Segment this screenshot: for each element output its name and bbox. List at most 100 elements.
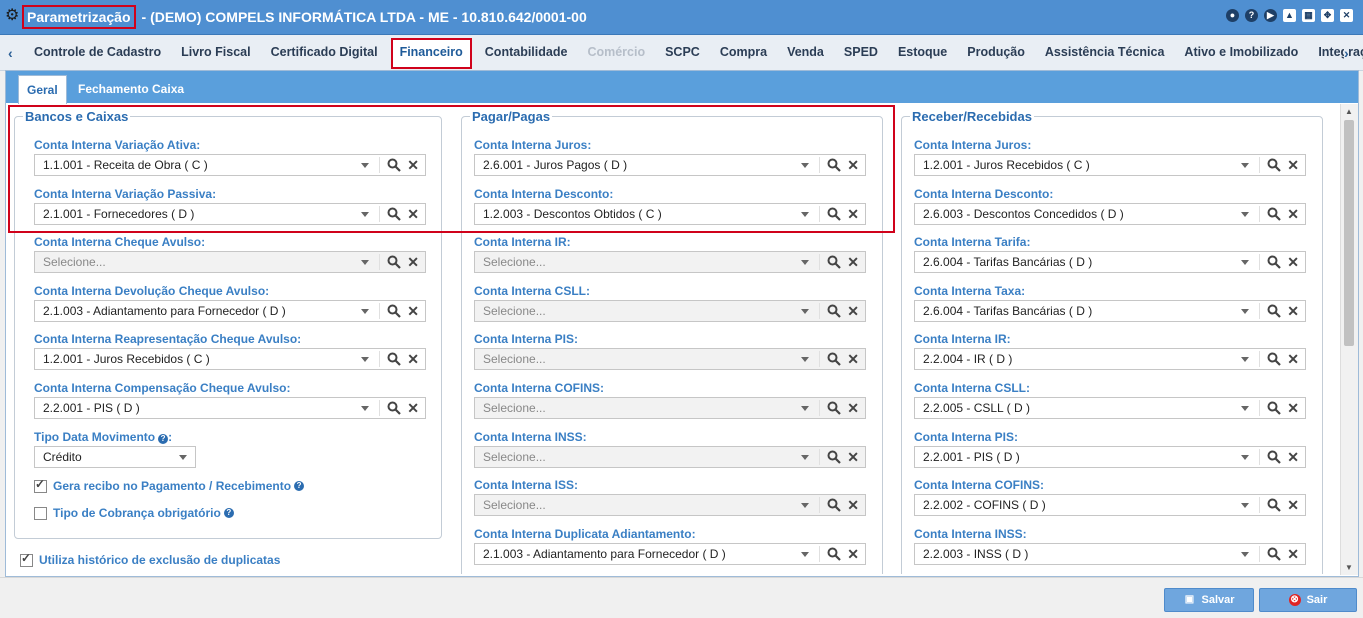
chevron-down-icon[interactable] [801, 309, 809, 314]
clear-icon[interactable]: ✕ [847, 545, 859, 563]
record-icon[interactable]: ● [1226, 9, 1239, 22]
chevron-down-icon[interactable] [1241, 503, 1249, 508]
clear-icon[interactable]: ✕ [1287, 545, 1299, 563]
tab-venda[interactable]: Venda [777, 35, 834, 70]
receber-account-select[interactable]: 1.2.001 - Juros Recebidos ( C ) ✕ [914, 154, 1306, 176]
chevron-down-icon[interactable] [1241, 212, 1249, 217]
clear-icon[interactable]: ✕ [407, 302, 419, 320]
search-icon[interactable] [827, 401, 841, 415]
tab-producao[interactable]: Produção [957, 35, 1035, 70]
clear-icon[interactable]: ✕ [1287, 350, 1299, 368]
search-icon[interactable] [827, 450, 841, 464]
receber-account-select[interactable]: 2.2.002 - COFINS ( D ) ✕ [914, 494, 1306, 516]
pagar-account-select[interactable]: Selecione... ✕ [474, 348, 866, 370]
search-icon[interactable] [1267, 352, 1281, 366]
clear-icon[interactable]: ✕ [847, 302, 859, 320]
clear-icon[interactable]: ✕ [847, 350, 859, 368]
calendar-icon[interactable]: ▦ [1302, 9, 1315, 22]
receber-account-select[interactable]: 2.6.004 - Tarifas Bancárias ( D ) ✕ [914, 251, 1306, 273]
search-icon[interactable] [827, 255, 841, 269]
clear-icon[interactable]: ✕ [1287, 205, 1299, 223]
checkbox-checked-icon[interactable] [34, 477, 47, 493]
search-icon[interactable] [1267, 401, 1281, 415]
tab-financeiro[interactable]: Financeiro [390, 38, 472, 69]
clear-icon[interactable]: ✕ [407, 350, 419, 368]
clear-icon[interactable]: ✕ [847, 399, 859, 417]
pagar-account-select[interactable]: Selecione... ✕ [474, 446, 866, 468]
tab-integracoes[interactable]: Integraçõ [1308, 35, 1363, 70]
chevron-down-icon[interactable] [801, 455, 809, 460]
chevron-down-icon[interactable] [361, 309, 369, 314]
receber-account-select[interactable]: 2.2.003 - INSS ( D ) ✕ [914, 543, 1306, 565]
search-icon[interactable] [387, 352, 401, 366]
bancos-account-select[interactable]: 2.1.003 - Adiantamento para Fornecedor (… [34, 300, 426, 322]
scroll-up-icon[interactable]: ▲ [1345, 107, 1353, 116]
subtab-geral[interactable]: Geral [18, 75, 67, 104]
help-icon[interactable]: ? [1245, 9, 1258, 22]
help-icon[interactable]: ? [223, 508, 234, 518]
tab-estoque[interactable]: Estoque [888, 35, 957, 70]
save-button[interactable]: ▣ Salvar [1164, 588, 1254, 612]
search-icon[interactable] [827, 498, 841, 512]
chevron-down-icon[interactable] [1241, 455, 1249, 460]
bell-icon[interactable]: ▲ [1283, 9, 1296, 22]
tab-assistencia-tecnica[interactable]: Assistência Técnica [1035, 35, 1175, 70]
chevron-down-icon[interactable] [1241, 309, 1249, 314]
tabs-next-icon[interactable]: › [1344, 45, 1349, 61]
chevron-down-icon[interactable] [361, 260, 369, 265]
help-icon[interactable]: ? [158, 434, 169, 444]
chevron-down-icon[interactable] [801, 552, 809, 557]
tipo-data-movimento-select[interactable]: Crédito [34, 446, 196, 468]
vertical-scrollbar[interactable]: ▲ ▼ [1340, 104, 1358, 575]
checkbox-checked-icon[interactable] [20, 551, 33, 567]
search-icon[interactable] [387, 255, 401, 269]
tab-sped[interactable]: SPED [834, 35, 888, 70]
historico-exclusao-checkbox[interactable]: Utiliza histórico de exclusão de duplica… [20, 551, 280, 567]
gera-recibo-checkbox[interactable]: Gera recibo no Pagamento / Recebimento? [34, 477, 305, 493]
receber-account-select[interactable]: 2.2.001 - PIS ( D ) ✕ [914, 446, 1306, 468]
tab-scpc[interactable]: SCPC [655, 35, 710, 70]
exit-button[interactable]: ⊗ Sair [1259, 588, 1357, 612]
subtab-fechamento-caixa[interactable]: Fechamento Caixa [78, 75, 184, 103]
clear-icon[interactable]: ✕ [847, 253, 859, 271]
search-icon[interactable] [1267, 158, 1281, 172]
clear-icon[interactable]: ✕ [1287, 156, 1299, 174]
tab-livro-fiscal[interactable]: Livro Fiscal [171, 35, 260, 70]
clear-icon[interactable]: ✕ [1287, 448, 1299, 466]
scrollbar-thumb[interactable] [1344, 120, 1354, 346]
chevron-down-icon[interactable] [1241, 357, 1249, 362]
chevron-down-icon[interactable] [1241, 163, 1249, 168]
scroll-down-icon[interactable]: ▼ [1345, 563, 1353, 572]
checkbox-unchecked-icon[interactable] [34, 506, 47, 520]
clear-icon[interactable]: ✕ [1287, 253, 1299, 271]
receber-account-select[interactable]: 2.2.004 - IR ( D ) ✕ [914, 348, 1306, 370]
search-icon[interactable] [387, 304, 401, 318]
tab-contabilidade[interactable]: Contabilidade [475, 35, 578, 70]
search-icon[interactable] [827, 547, 841, 561]
tab-certificado-digital[interactable]: Certificado Digital [261, 35, 388, 70]
pagar-account-select[interactable]: Selecione... ✕ [474, 494, 866, 516]
pagar-account-select[interactable]: 2.1.003 - Adiantamento para Fornecedor (… [474, 543, 866, 565]
chevron-down-icon[interactable] [801, 503, 809, 508]
chevron-down-icon[interactable] [801, 260, 809, 265]
chevron-down-icon[interactable] [1241, 406, 1249, 411]
chevron-down-icon[interactable] [801, 357, 809, 362]
search-icon[interactable] [1267, 207, 1281, 221]
search-icon[interactable] [1267, 450, 1281, 464]
pagar-account-select[interactable]: Selecione... ✕ [474, 251, 866, 273]
tab-compra[interactable]: Compra [710, 35, 777, 70]
chevron-down-icon[interactable] [1241, 552, 1249, 557]
clear-icon[interactable]: ✕ [1287, 399, 1299, 417]
receber-account-select[interactable]: 2.2.005 - CSLL ( D ) ✕ [914, 397, 1306, 419]
search-icon[interactable] [387, 401, 401, 415]
tab-controle-cadastro[interactable]: Controle de Cadastro [24, 35, 171, 70]
clear-icon[interactable]: ✕ [1287, 496, 1299, 514]
search-icon[interactable] [1267, 547, 1281, 561]
clear-icon[interactable]: ✕ [847, 496, 859, 514]
close-icon[interactable]: ✕ [1340, 9, 1353, 22]
chevron-down-icon[interactable] [1241, 260, 1249, 265]
bancos-account-select[interactable]: 2.2.001 - PIS ( D ) ✕ [34, 397, 426, 419]
search-icon[interactable] [1267, 255, 1281, 269]
search-icon[interactable] [827, 304, 841, 318]
tabs-prev-icon[interactable]: ‹ [8, 45, 13, 61]
